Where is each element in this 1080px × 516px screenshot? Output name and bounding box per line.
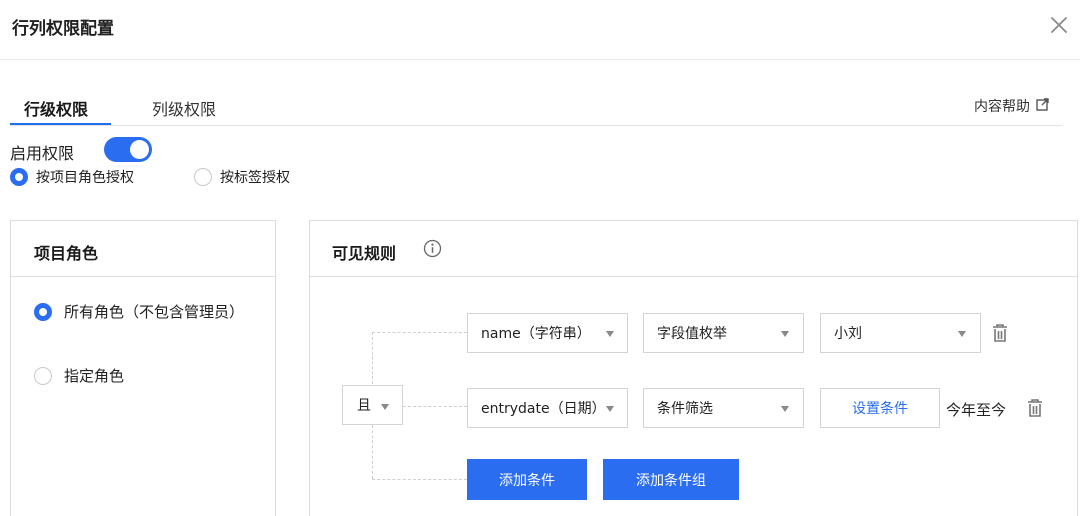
field-select[interactable]: name（字符串）	[467, 313, 628, 353]
project-roles-title: 项目角色	[34, 244, 99, 263]
add-condition-group-button[interactable]: 添加条件组	[603, 459, 739, 500]
panel-header-divider	[309, 276, 1078, 277]
panel-header-divider	[10, 276, 276, 277]
set-condition-button[interactable]: 设置条件	[820, 388, 940, 428]
radio-indicator-selected	[34, 302, 52, 321]
connector-line	[372, 479, 467, 480]
toggle-knob	[130, 140, 149, 159]
field-select-value: entrydate（日期）	[481, 401, 605, 417]
radio-indicator-selected	[10, 168, 28, 186]
connector-line	[403, 406, 467, 407]
role-option-all[interactable]: 所有角色（不包含管理员）	[34, 301, 244, 322]
radio-label: 按标签授权	[220, 170, 290, 186]
enable-permission-label: 启用权限	[10, 144, 75, 163]
caret-down-icon	[606, 331, 614, 337]
logic-operator-select[interactable]: 且	[342, 385, 403, 425]
match-mode-select[interactable]: 字段值枚举	[643, 313, 804, 353]
connector-line	[372, 332, 467, 333]
radio-indicator	[34, 366, 52, 385]
tabs-divider	[10, 125, 1062, 126]
caret-down-icon	[606, 406, 614, 412]
role-option-label: 所有角色（不包含管理员）	[64, 303, 245, 321]
radio-label: 按项目角色授权	[36, 170, 134, 186]
condition-summary: 今年至今	[946, 401, 1007, 419]
field-select-value: name（字符串）	[481, 326, 591, 342]
logic-operator-value: 且	[357, 398, 371, 414]
visible-rules-title: 可见规则	[332, 244, 397, 263]
caret-down-icon	[781, 406, 789, 412]
header-divider	[0, 59, 1080, 60]
connector-line	[372, 332, 373, 384]
add-condition-button[interactable]: 添加条件	[467, 459, 587, 500]
role-option-label: 指定角色	[64, 367, 125, 385]
value-select[interactable]: 小刘	[820, 313, 981, 353]
trash-icon[interactable]	[990, 323, 1010, 347]
info-icon[interactable]	[423, 239, 442, 262]
match-mode-value: 字段值枚举	[657, 326, 727, 342]
caret-down-icon	[381, 404, 389, 410]
tab-row-permission[interactable]: 行级权限	[24, 96, 88, 120]
close-icon[interactable]	[1046, 12, 1072, 38]
help-link[interactable]: 内容帮助	[974, 96, 1049, 116]
caret-down-icon	[781, 331, 789, 337]
tab-column-permission[interactable]: 列级权限	[152, 96, 216, 120]
trash-icon[interactable]	[1025, 398, 1045, 422]
match-mode-value: 条件筛选	[657, 401, 713, 417]
connector-line	[372, 425, 373, 479]
radio-by-tag[interactable]: 按标签授权	[194, 167, 290, 187]
caret-down-icon	[958, 331, 966, 337]
dialog-title: 行列权限配置	[12, 19, 114, 39]
external-link-icon	[1036, 97, 1049, 115]
radio-by-project-role[interactable]: 按项目角色授权	[10, 167, 134, 187]
help-link-label: 内容帮助	[974, 99, 1030, 115]
match-mode-select[interactable]: 条件筛选	[643, 388, 804, 428]
role-option-specified[interactable]: 指定角色	[34, 365, 124, 386]
value-select-value: 小刘	[834, 326, 862, 342]
field-select[interactable]: entrydate（日期）	[467, 388, 628, 428]
radio-indicator	[194, 168, 212, 186]
enable-permission-toggle[interactable]	[104, 137, 152, 162]
